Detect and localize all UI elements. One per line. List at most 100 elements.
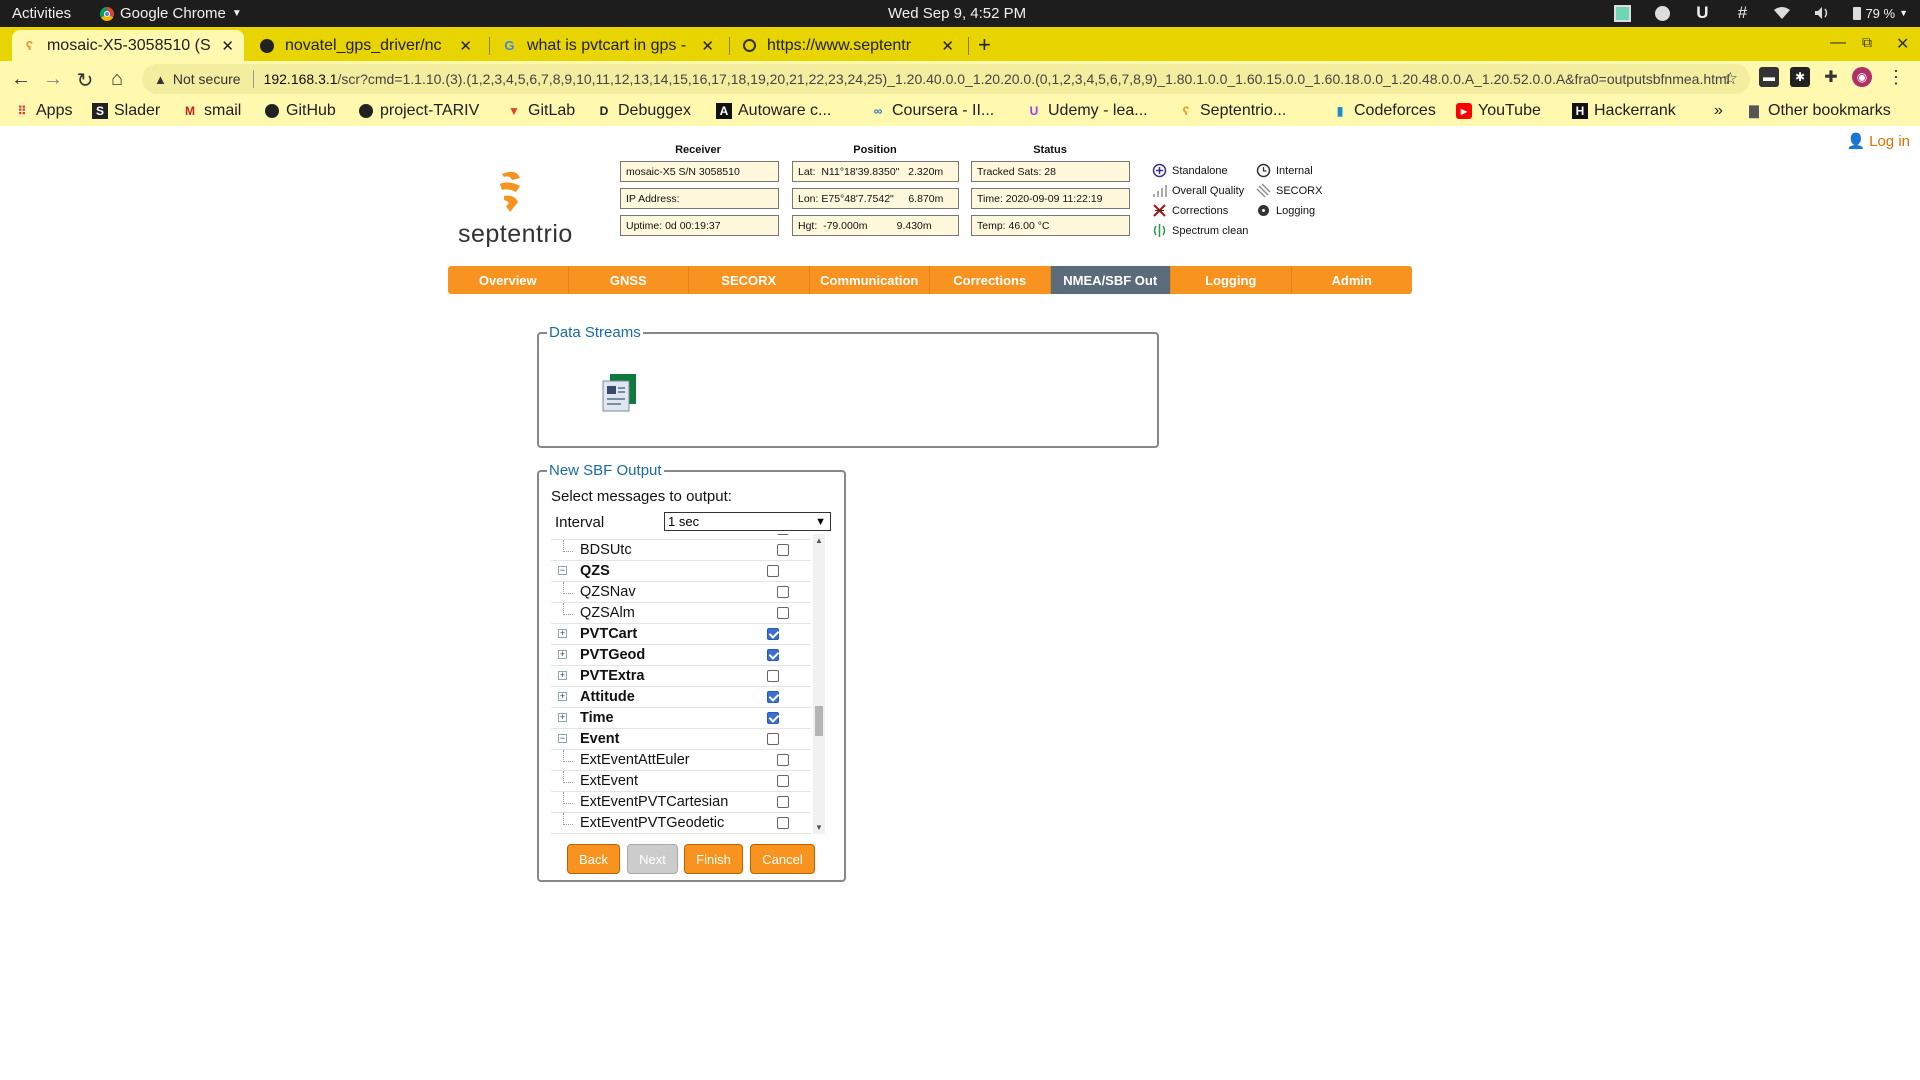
nav-nmea-sbf-out[interactable]: NMEA/SBF Out bbox=[1050, 266, 1171, 294]
screen-icon[interactable] bbox=[1613, 4, 1631, 22]
web-page: 👤 Log in septentrio Receiver Position St… bbox=[0, 126, 1920, 1080]
bookmark-coursera[interactable]: ∞ Coursera - II... bbox=[870, 102, 995, 120]
bookmark-star-icon[interactable]: ☆ bbox=[1723, 69, 1738, 89]
bookmark-apps[interactable]: ⠿ Apps bbox=[14, 102, 73, 120]
youtube-icon: ▶ bbox=[1456, 103, 1472, 119]
bookmark-septentrio[interactable]: ʕ Septentrio... bbox=[1178, 102, 1287, 120]
extension-icon[interactable]: ✱ bbox=[1790, 67, 1810, 87]
legend-standalone: Standalone bbox=[1152, 163, 1228, 178]
tab-title: https://www.septentr bbox=[766, 36, 912, 54]
extension-icon[interactable]: ▬ bbox=[1759, 67, 1779, 87]
bookmark-udemy[interactable]: U Udemy - lea... bbox=[1026, 102, 1148, 120]
bookmark-label: Autoware c... bbox=[738, 102, 832, 119]
github-icon bbox=[358, 103, 374, 119]
bookmark-smail[interactable]: Msmail bbox=[182, 102, 241, 120]
bookmarks-bar: ⠿ Apps S Slader Msmail GitHub project-TARI… bbox=[0, 97, 1920, 126]
u-app-icon[interactable]: U bbox=[1693, 3, 1711, 22]
legend-label: Overall Quality bbox=[1172, 184, 1245, 197]
disk-icon bbox=[1256, 203, 1271, 218]
nav-logging[interactable]: Logging bbox=[1171, 266, 1292, 294]
bookmark-label: GitLab bbox=[528, 102, 576, 119]
bookmark-autoware[interactable]: A Autoware c... bbox=[716, 102, 831, 120]
new-tab-button[interactable]: + bbox=[978, 32, 991, 58]
battery-percent: 79 % bbox=[1865, 5, 1896, 21]
nav-communication[interactable]: Communication bbox=[810, 266, 930, 294]
bookmark-github[interactable]: GitHub bbox=[264, 102, 336, 120]
home-icon[interactable]: ⌂ bbox=[106, 68, 128, 91]
url-host: 192.168.3.1 bbox=[263, 71, 338, 87]
google-icon: G bbox=[504, 38, 515, 53]
clock-icon bbox=[1256, 163, 1271, 178]
app-menu[interactable]: Google Chrome ▼ bbox=[100, 5, 242, 22]
bookmarks-overflow-button[interactable]: » bbox=[1714, 102, 1723, 120]
gitlab-icon: ▼ bbox=[508, 104, 520, 118]
bookmark-label: Coursera - II... bbox=[892, 102, 995, 119]
volume-icon[interactable] bbox=[1813, 4, 1831, 22]
autoware-icon: A bbox=[716, 103, 732, 119]
back-arrow-icon[interactable]: ← bbox=[10, 68, 32, 91]
receiver-heading: Receiver bbox=[675, 144, 721, 156]
close-icon[interactable]: ✕ bbox=[221, 37, 234, 55]
activities-button[interactable]: Activities bbox=[12, 5, 71, 22]
legend-label: Logging bbox=[1276, 204, 1316, 217]
address-bar[interactable]: ▲ Not secure 192.168.3.1 /scr?cmd=1.1.10… bbox=[142, 64, 1750, 94]
receiver-device: mosaic-X5 S/N 3058510 bbox=[620, 161, 779, 182]
logo-wordmark: septentrio bbox=[458, 220, 573, 248]
bookmark-label: Debuggex bbox=[618, 102, 691, 119]
nav-corrections[interactable]: Corrections bbox=[930, 266, 1051, 294]
position-hgt: Hgt: -79.000m 9.430m bbox=[792, 215, 959, 236]
close-icon[interactable]: ✕ bbox=[701, 37, 714, 55]
caret-down-icon: ▼ bbox=[1899, 8, 1908, 18]
satellite-icon bbox=[1256, 183, 1271, 198]
spectrum-icon bbox=[1152, 223, 1167, 238]
restore-icon[interactable]: ⧉ bbox=[1862, 34, 1872, 51]
window-close-icon[interactable]: ✕ bbox=[1896, 34, 1909, 54]
status-heading: Status bbox=[1033, 144, 1067, 156]
nav-secorx[interactable]: SECORX bbox=[689, 266, 810, 294]
reload-icon[interactable]: ↻ bbox=[74, 68, 96, 93]
battery-icon bbox=[1853, 6, 1862, 20]
nav-admin[interactable]: Admin bbox=[1292, 266, 1413, 294]
steam-icon[interactable] bbox=[1653, 4, 1671, 22]
data-streams-title: Data Streams bbox=[549, 324, 641, 341]
clock[interactable]: Wed Sep 9, 4:52 PM bbox=[888, 5, 1026, 22]
legend-logging: Logging bbox=[1256, 203, 1315, 218]
tab-septentrio-web[interactable]: https://www.septentr ✕ bbox=[732, 30, 964, 61]
slack-icon[interactable]: # bbox=[1733, 3, 1751, 22]
puzzle-extensions-icon[interactable]: ✚ bbox=[1821, 67, 1841, 87]
tab-novatel[interactable]: novatel_gps_driver/nc ✕ bbox=[250, 30, 482, 61]
bookmark-debuggex[interactable]: D Debuggex bbox=[596, 102, 691, 120]
legend-label: Corrections bbox=[1172, 204, 1229, 217]
tab-pvtcart-search[interactable]: G what is pvtcart in gps - ✕ bbox=[492, 30, 724, 61]
close-icon[interactable]: ✕ bbox=[941, 37, 954, 55]
bookmark-codeforces[interactable]: ▮ Codeforces bbox=[1332, 102, 1436, 120]
bookmark-youtube[interactable]: ▶ YouTube bbox=[1456, 102, 1541, 120]
profile-avatar[interactable]: ◉ bbox=[1852, 67, 1872, 87]
bookmark-gitlab[interactable]: ▼ GitLab bbox=[506, 102, 575, 120]
tab-mosaic[interactable]: ʕ mosaic-X5-3058510 (S ✕ bbox=[12, 30, 244, 61]
debuggex-icon: D bbox=[599, 104, 609, 118]
bookmark-label: YouTube bbox=[1478, 102, 1541, 119]
folder-icon: ▇ bbox=[1749, 104, 1759, 118]
login-label: Log in bbox=[1869, 132, 1910, 150]
bookmark-slader[interactable]: S Slader bbox=[92, 102, 160, 120]
more-menu-icon[interactable]: ⋮ bbox=[1886, 67, 1906, 87]
forward-arrow-icon[interactable]: → bbox=[42, 68, 64, 91]
bookmark-project-tariv[interactable]: project-TARIV bbox=[358, 102, 479, 120]
battery-indicator[interactable]: 79 % ▼ bbox=[1853, 6, 1908, 21]
bookmark-label: Apps bbox=[36, 102, 73, 119]
nav-overview[interactable]: Overview bbox=[448, 266, 569, 294]
bookmark-other[interactable]: ▇ Other bookmarks bbox=[1746, 102, 1890, 120]
close-icon[interactable]: ✕ bbox=[459, 37, 472, 55]
bookmark-label: GitHub bbox=[286, 102, 336, 119]
bookmark-hackerrank[interactable]: H Hackerrank bbox=[1572, 102, 1676, 120]
sbf-stream-icon[interactable] bbox=[600, 372, 640, 412]
wifi-icon[interactable] bbox=[1773, 4, 1791, 22]
standalone-icon bbox=[1152, 163, 1167, 178]
nav-gnss[interactable]: GNSS bbox=[569, 266, 689, 294]
login-link[interactable]: 👤 Log in bbox=[1846, 132, 1910, 151]
tab-title: what is pvtcart in gps - bbox=[526, 36, 687, 54]
minimize-icon[interactable]: — bbox=[1830, 34, 1846, 52]
udemy-icon: U bbox=[1029, 104, 1039, 118]
browser-toolbar: ← → ↻ ⌂ ▲ Not secure 192.168.3.1 /scr?cm… bbox=[0, 61, 1920, 97]
